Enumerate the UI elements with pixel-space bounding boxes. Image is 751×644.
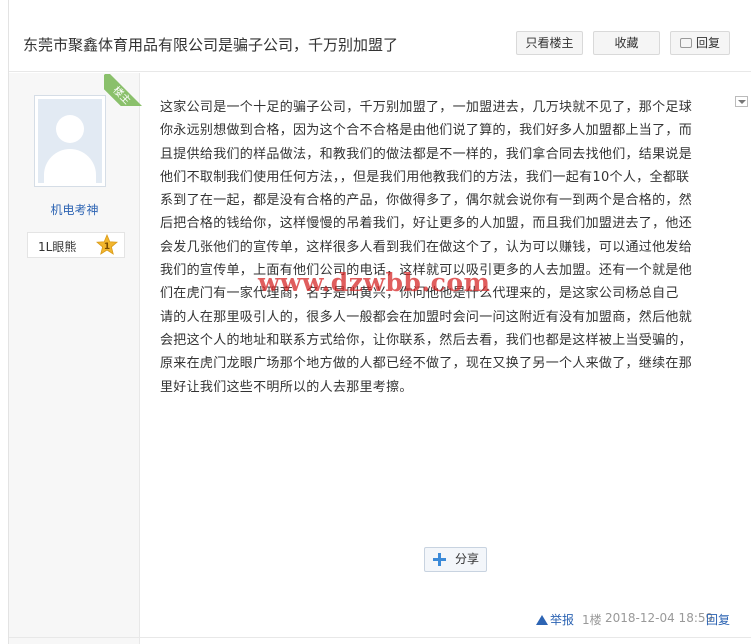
author-name-link[interactable]: 机电考神 (9, 201, 140, 218)
post-line: 会把这个人的地址和联系方式给你，让你联系，然后去看，我们也都是这样被上当受骗的， (160, 332, 693, 348)
report-link[interactable]: 举报 (536, 611, 574, 628)
favorite-button[interactable]: 收藏 (593, 31, 660, 55)
level-text: 1L眼熊 (38, 240, 77, 254)
post-line: 请的人在那里吸引人的，很多人一般都会在加盟时会问一问这附近有没有加盟商，然后他就 (160, 309, 693, 325)
bottom-divider (9, 637, 751, 638)
level-number: 1 (104, 242, 110, 252)
warning-icon (536, 615, 548, 625)
post-line: 系到了在一起，都是没有合格的产品，你做得多了，偶尔就会说你有一到两个是合格的，然 (160, 193, 693, 209)
owner-badge: 楼主 (104, 74, 142, 106)
thread-title: 东莞市聚鑫体育用品有限公司是骗子公司，千万别加盟了 (23, 36, 399, 54)
default-avatar-icon (38, 99, 102, 183)
level-box: 1L眼熊 1 (27, 232, 125, 258)
post-reply-link[interactable]: 回复 (706, 611, 730, 628)
reply-button-label: 回复 (695, 36, 720, 50)
post-line: 里好让我们这些不明所以的人去那里考擦。 (160, 379, 413, 395)
plus-icon (433, 553, 446, 566)
post-line: 这家公司是一个十足的骗子公司，千万别加盟了，一加盟进去，几万块就不见了，那个足球 (160, 100, 693, 115)
post-line: 他们不取制我们使用任何方法，，但是我们用他教我们的方法，我们一起有10个人，全都… (160, 169, 690, 185)
avatar[interactable] (34, 95, 106, 187)
comment-icon (679, 38, 692, 48)
collapse-toggle[interactable] (735, 96, 748, 107)
post-body: 这家公司是一个十足的骗子公司，千万别加盟了，一加盟进去，几万块就不见了，那个足球… (160, 96, 724, 399)
owner-ribbon: 楼主 (104, 74, 142, 106)
post-line: 你永远别想做到合格，因为这个合不合格是由他们说了算的，我们好多人加盟都上当了，而 (160, 123, 693, 139)
floor-number: 1楼 (582, 613, 602, 627)
post-line: 后把合格的钱给你，这样慢慢的吊着我们，好让更多的人加盟，而且我们加盟进去了，他还 (160, 216, 693, 232)
watermark: www.dzwbb.com (258, 268, 491, 297)
report-label: 举报 (550, 613, 575, 627)
share-button[interactable]: 分享 (424, 547, 487, 572)
post-line: 且提供给我们的样品做法，和教我们的做法都是不一样的，我们拿合同去找他们，结果说是 (160, 146, 693, 162)
post-line: 会发几张他们的宣传单，这样很多人看到我们在做这个了，认为可以赚钱，可以通过他发给 (160, 239, 693, 255)
post-line: 原来在虎门龙眼广场那个地方做的人都已经不做了，现在又换了另一个人来做了，继续在那 (160, 356, 693, 372)
thread-header: 东莞市聚鑫体育用品有限公司是骗子公司，千万别加盟了 只看楼主 收藏 回复 (9, 20, 751, 72)
post-timestamp: 2018-12-04 18:59 (605, 611, 714, 625)
only-owner-button[interactable]: 只看楼主 (516, 31, 583, 55)
level-star-icon: 1 (96, 234, 118, 255)
share-label: 分享 (455, 552, 480, 566)
reply-button[interactable]: 回复 (670, 31, 730, 55)
